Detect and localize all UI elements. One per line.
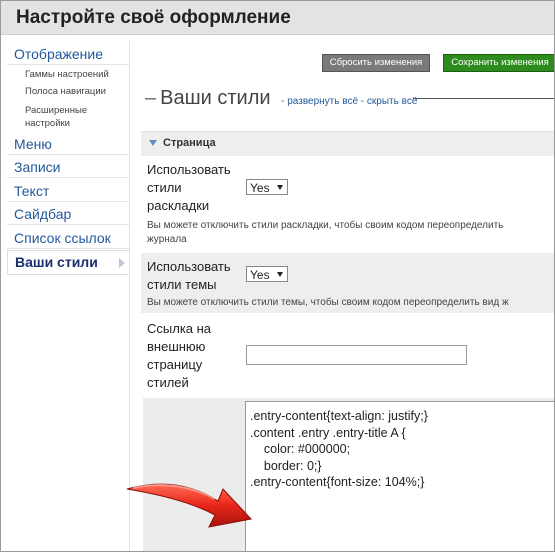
sidebar-item-your-styles[interactable]: Ваши стили xyxy=(7,250,129,275)
panel-header-page[interactable]: Страница xyxy=(141,131,554,156)
panel-title: Страница xyxy=(163,137,216,149)
sidebar-item-entries[interactable]: Записи xyxy=(7,156,129,178)
sidebar-subitem-mood-themes[interactable]: Гаммы настроений xyxy=(25,68,129,81)
custom-css-textarea[interactable]: .entry-content{text-align: justify;} .con… xyxy=(245,401,554,551)
sidebar-item-sidebar[interactable]: Сайдбар xyxy=(7,203,129,225)
heading-dash: – xyxy=(145,87,157,109)
page-title: Настройте своё оформление xyxy=(16,7,291,28)
section-title: Ваши стили xyxy=(160,87,271,109)
settings-window: Настройте своё оформление Отображение Га… xyxy=(0,0,555,552)
sidebar-item-display[interactable]: Отображение xyxy=(7,43,129,65)
css-line: .entry-content{font-size: 104%;} xyxy=(250,475,425,489)
sidebar: Отображение Гаммы настроений Полоса нави… xyxy=(7,41,129,551)
external-stylesheet-input[interactable] xyxy=(246,345,467,365)
section-heading: – Ваши стили - развернуть всё - скрыть вс… xyxy=(145,87,417,110)
sidebar-subitem-navigation-bar[interactable]: Полоса навигации xyxy=(25,85,129,98)
heading-rule xyxy=(413,98,554,99)
css-line: .entry-content{text-align: justify;} xyxy=(250,409,428,423)
theme-styles-select[interactable]: Yes xyxy=(246,266,288,282)
sidebar-item-your-styles-label: Ваши стили xyxy=(15,254,98,270)
expand-all-link[interactable]: развернуть всё xyxy=(287,96,358,107)
css-line: color: #000000; xyxy=(250,442,351,456)
red-annotation-arrow-icon xyxy=(126,483,252,528)
layout-styles-hint: Вы можете отключить стили раскладки, что… xyxy=(147,220,504,231)
theme-styles-select-value: Yes xyxy=(250,268,270,282)
dropdown-caret-icon xyxy=(277,185,283,190)
theme-styles-hint: Вы можете отключить стили темы, чтобы св… xyxy=(147,297,509,308)
external-stylesheet-label: Ссылка на внешнюю страницу стилей xyxy=(147,321,212,390)
collapse-all-link[interactable]: скрыть всё xyxy=(367,96,417,107)
active-arrow-icon xyxy=(119,258,125,268)
css-line: border: 0;} xyxy=(250,458,322,473)
layout-styles-select-value: Yes xyxy=(250,181,270,195)
sidebar-subitem-advanced-settings[interactable]: Расширенные настройки xyxy=(25,104,105,130)
theme-styles-label: Использовать стили темы xyxy=(147,259,231,292)
layout-styles-hint-cont: журнала xyxy=(147,234,187,245)
dropdown-caret-icon xyxy=(277,272,283,277)
sidebar-item-menu[interactable]: Меню xyxy=(7,133,129,155)
reset-changes-button[interactable]: Сбросить изменения xyxy=(322,54,430,72)
collapse-triangle-icon xyxy=(149,140,157,146)
layout-styles-select[interactable]: Yes xyxy=(246,179,288,195)
separator-dash: - xyxy=(281,96,285,107)
css-line: .content .entry .entry-title A { xyxy=(250,425,406,440)
separator-dash: - xyxy=(360,96,365,107)
layout-styles-label: Использовать стили раскладки xyxy=(147,162,231,213)
sidebar-item-text[interactable]: Текст xyxy=(7,180,129,202)
page-header: Настройте своё оформление xyxy=(1,1,554,35)
section-links: - развернуть всё - скрыть всё xyxy=(281,96,417,107)
sidebar-item-links-list[interactable]: Список ссылок xyxy=(7,227,129,249)
save-changes-button[interactable]: Сохранить изменения xyxy=(443,54,554,72)
